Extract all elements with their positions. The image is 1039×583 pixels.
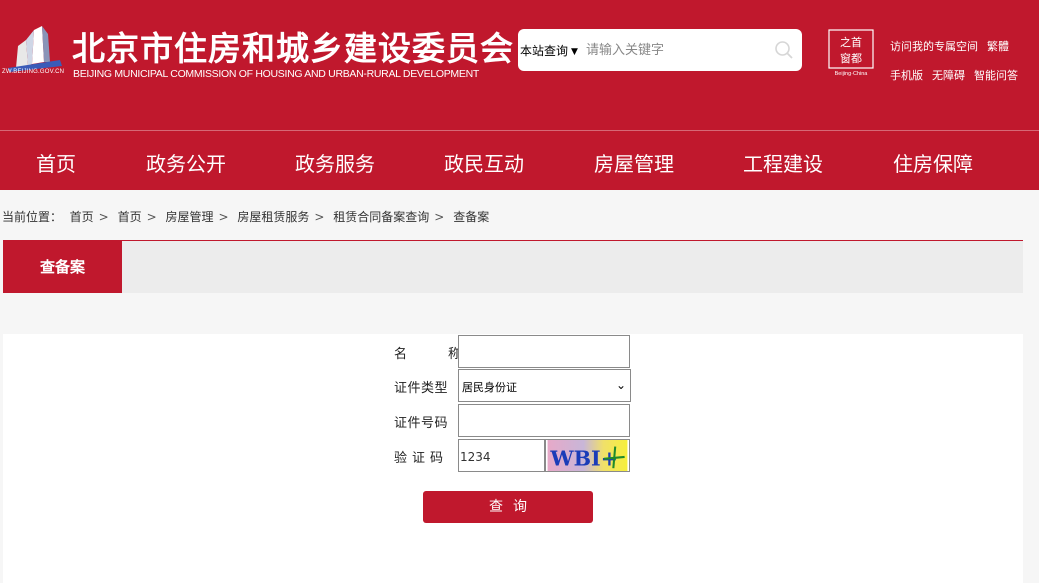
search-scope-select[interactable]: 本站查询 ▼ [520,42,578,59]
id-type-label: 证件类型 [394,381,449,396]
id-number-label: 证件号码 [394,416,449,431]
nav-item-gov-affairs[interactable]: 政务公开 [146,148,226,177]
breadcrumb-current: 查备案 [453,210,490,224]
search-icon[interactable] [774,40,794,60]
nav-item-housing-security[interactable]: 住房保障 [893,148,973,177]
breadcrumb-separator: > [314,210,325,224]
search-scope-label: 本站查询 [520,44,569,58]
breadcrumb-item[interactable]: 房屋管理 [165,210,213,224]
svg-text:Beijing·China: Beijing·China [835,71,869,77]
id-type-select[interactable]: 居民身份证 ⌄ [458,369,631,402]
breadcrumb-item[interactable]: 租赁合同备案查询 [333,210,429,224]
mobile-version-link[interactable]: 手机版 [890,69,923,82]
main-nav: 首页 政务公开 政务服务 政民互动 房屋管理 工程建设 住房保障 [0,130,1039,190]
captcha-label: 验证码 [394,451,449,466]
breadcrumb-item[interactable]: 首页 [70,210,94,224]
search-box: 本站查询 ▼ [518,29,802,71]
captcha-value: 1234 [460,450,491,464]
site-header: ZW.BEIJING.GOV.CN 北京市住房和城乡建设委员会 BEIJING … [0,0,1039,130]
breadcrumb-separator: > [434,210,445,224]
personal-space-link[interactable]: 访问我的专属空间 [890,40,978,53]
nav-item-construction[interactable]: 工程建设 [743,148,823,177]
site-subtitle: BEIJING MUNICIPAL COMMISSION OF HOUSING … [73,68,479,80]
site-title[interactable]: 北京市住房和城乡建设委员会 [72,22,514,70]
chevron-down-icon: ⌄ [615,378,626,392]
name-field[interactable] [458,335,630,368]
breadcrumb-separator: > [146,210,157,224]
accessibility-link[interactable]: 无障碍 [932,69,965,82]
captcha-field[interactable]: 1234 [458,439,545,472]
id-number-field[interactable] [458,404,630,437]
breadcrumb: 当前位置： 首页 > 首页 > 房屋管理 > 房屋租赁服务 > 租赁合同备案查询 > 查备… [2,208,489,225]
svg-text:之首: 之首 [840,35,862,49]
tab-bar: 查备案 [3,240,1023,293]
tab-check-filing[interactable]: 查备案 [3,241,122,293]
nav-item-housing[interactable]: 房屋管理 [594,148,674,177]
query-button[interactable]: 查询 [423,491,593,523]
breadcrumb-item[interactable]: 房屋租赁服务 [237,210,309,224]
captcha-image[interactable]: WBI+ [545,439,630,472]
breadcrumb-prefix: 当前位置： [2,210,63,224]
search-input[interactable] [586,39,766,61]
id-type-value: 居民身份证 [462,381,517,394]
nav-item-home[interactable]: 首页 [36,148,76,177]
nav-item-gov-services[interactable]: 政务服务 [295,148,375,177]
nav-item-interaction[interactable]: 政民互动 [444,148,524,177]
breadcrumb-separator: > [218,210,229,224]
svg-text:窗都: 窗都 [840,51,862,65]
logo-url-text: ZW.BEIJING.GOV.CN [2,69,65,75]
breadcrumb-separator: > [98,210,109,224]
top-links: 访问我的专属空间 繁體 手机版 无障碍 智能问答 [890,32,1027,90]
breadcrumb-item[interactable]: 首页 [118,210,142,224]
capital-window-badge[interactable]: 之首 窗都 Beijing·China [828,29,874,77]
chevron-down-icon: ▼ [571,47,578,57]
smart-qa-link[interactable]: 智能问答 [974,69,1018,82]
traditional-chinese-link[interactable]: 繁體 [987,40,1009,53]
